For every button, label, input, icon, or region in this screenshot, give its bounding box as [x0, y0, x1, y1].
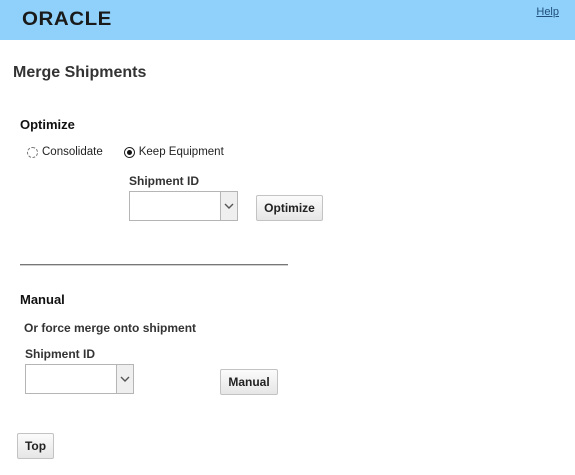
top-button[interactable]: Top [17, 433, 54, 459]
chevron-down-icon[interactable] [116, 365, 133, 393]
manual-shipment-id-label: Shipment ID [25, 347, 96, 361]
optimize-shipment-id-select[interactable] [129, 191, 238, 221]
header-bar: ORACLE Help [0, 0, 575, 40]
oracle-logo: ORACLE [22, 9, 112, 30]
radio-selected-dot [126, 149, 132, 155]
consolidate-radio[interactable] [27, 146, 38, 158]
optimize-shipment-id-label: Shipment ID [129, 174, 200, 188]
optimize-button[interactable]: Optimize [256, 195, 323, 221]
section-divider [20, 264, 288, 266]
optimize-radio-group: Consolidate Keep Equipment [27, 146, 224, 158]
manual-description: Or force merge onto shipment [24, 321, 197, 335]
manual-shipment-id-select[interactable] [25, 364, 134, 394]
page-title: Merge Shipments [13, 64, 147, 81]
consolidate-radio-label: Consolidate [42, 146, 103, 158]
help-link[interactable]: Help [536, 6, 559, 18]
optimize-section-title: Optimize [20, 117, 75, 132]
manual-section-title: Manual [20, 292, 65, 307]
chevron-down-icon[interactable] [220, 192, 237, 220]
keep-equipment-radio-label: Keep Equipment [138, 146, 224, 158]
manual-button[interactable]: Manual [220, 369, 278, 395]
keep-equipment-radio[interactable] [123, 146, 135, 158]
